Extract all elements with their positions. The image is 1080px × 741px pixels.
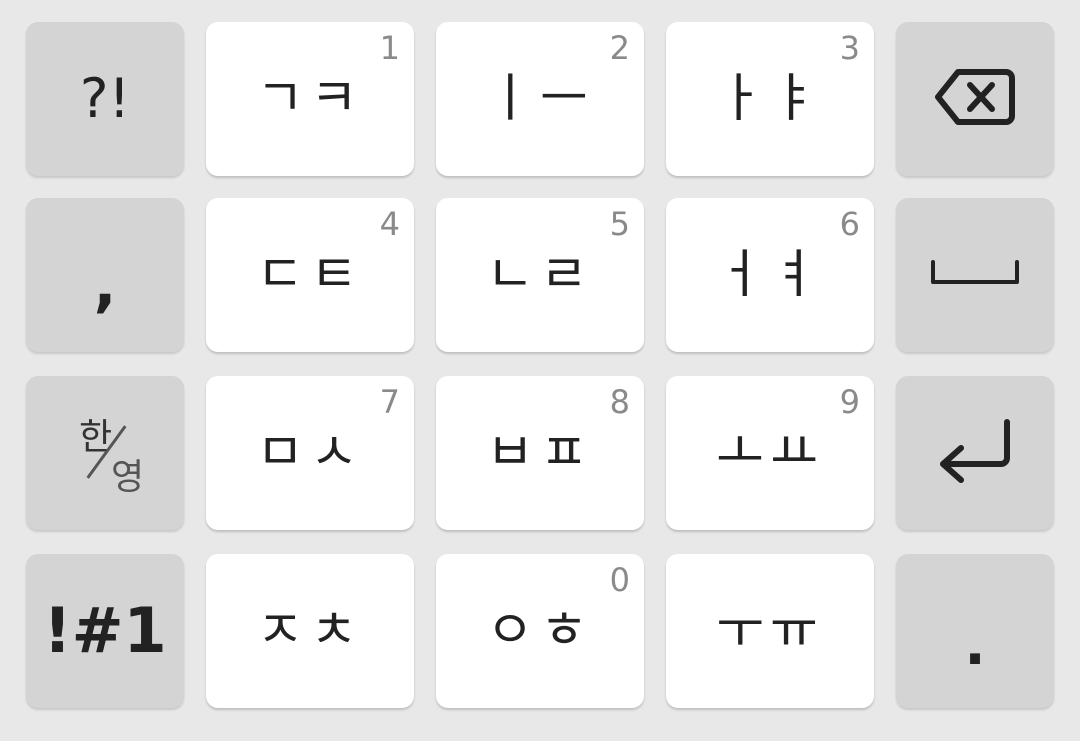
key-8-letters: ㅂㅍ	[486, 423, 594, 483]
key-1-number: 1	[379, 29, 400, 67]
key-5-number: 5	[609, 205, 630, 243]
hangul-english-toggle-key[interactable]: 한 영	[26, 376, 184, 530]
key-7[interactable]: ㅁㅅ 7	[206, 376, 414, 530]
space-key[interactable]	[896, 198, 1054, 352]
key-hash[interactable]: ㅜㅠ	[666, 554, 874, 708]
key-0-letters: ㅇㅎ	[486, 601, 594, 661]
key-4[interactable]: ㄷㅌ 4	[206, 198, 414, 352]
key-9-letters: ㅗㅛ	[716, 423, 824, 483]
space-icon	[929, 258, 1021, 292]
backspace-key[interactable]	[896, 22, 1054, 176]
key-6-number: 6	[839, 205, 860, 243]
symbols-key[interactable]: !#1	[26, 554, 184, 708]
hangul-english-label: 한 영	[55, 398, 155, 508]
key-0-number: 0	[609, 561, 630, 599]
key-6-letters: ㅓㅕ	[716, 245, 824, 305]
key-5[interactable]: ㄴㄹ 5	[436, 198, 644, 352]
backspace-icon	[934, 66, 1016, 132]
key-3[interactable]: ㅏㅑ 3	[666, 22, 874, 176]
comma-key[interactable]: ,	[26, 198, 184, 352]
key-star-letters: ㅈㅊ	[256, 601, 364, 661]
key-2[interactable]: ㅣㅡ 2	[436, 22, 644, 176]
key-hash-letters: ㅜㅠ	[716, 601, 824, 661]
key-8[interactable]: ㅂㅍ 8	[436, 376, 644, 530]
punctuation-key[interactable]: ?!	[26, 22, 184, 176]
yeong-label: 영	[111, 457, 145, 498]
key-6[interactable]: ㅓㅕ 6	[666, 198, 874, 352]
key-0[interactable]: ㅇㅎ 0	[436, 554, 644, 708]
key-7-number: 7	[379, 383, 400, 421]
key-4-number: 4	[379, 205, 400, 243]
key-7-letters: ㅁㅅ	[256, 423, 364, 483]
punctuation-label: ?!	[79, 67, 131, 130]
key-2-number: 2	[609, 29, 630, 67]
key-8-number: 8	[609, 383, 630, 421]
key-3-number: 3	[839, 29, 860, 67]
comma-label: ,	[93, 250, 117, 320]
key-4-letters: ㄷㅌ	[256, 245, 364, 305]
key-9[interactable]: ㅗㅛ 9	[666, 376, 874, 530]
period-key[interactable]: .	[896, 554, 1054, 708]
enter-key[interactable]	[896, 376, 1054, 530]
key-2-letters: ㅣㅡ	[486, 69, 594, 129]
symbols-label: !#1	[43, 594, 167, 667]
key-9-number: 9	[839, 383, 860, 421]
key-1[interactable]: ㄱㅋ 1	[206, 22, 414, 176]
enter-icon	[935, 416, 1015, 490]
key-5-letters: ㄴㄹ	[486, 245, 594, 305]
period-label: .	[964, 613, 986, 678]
key-star[interactable]: ㅈㅊ	[206, 554, 414, 708]
key-3-letters: ㅏㅑ	[716, 69, 824, 129]
key-1-letters: ㄱㅋ	[256, 69, 364, 129]
